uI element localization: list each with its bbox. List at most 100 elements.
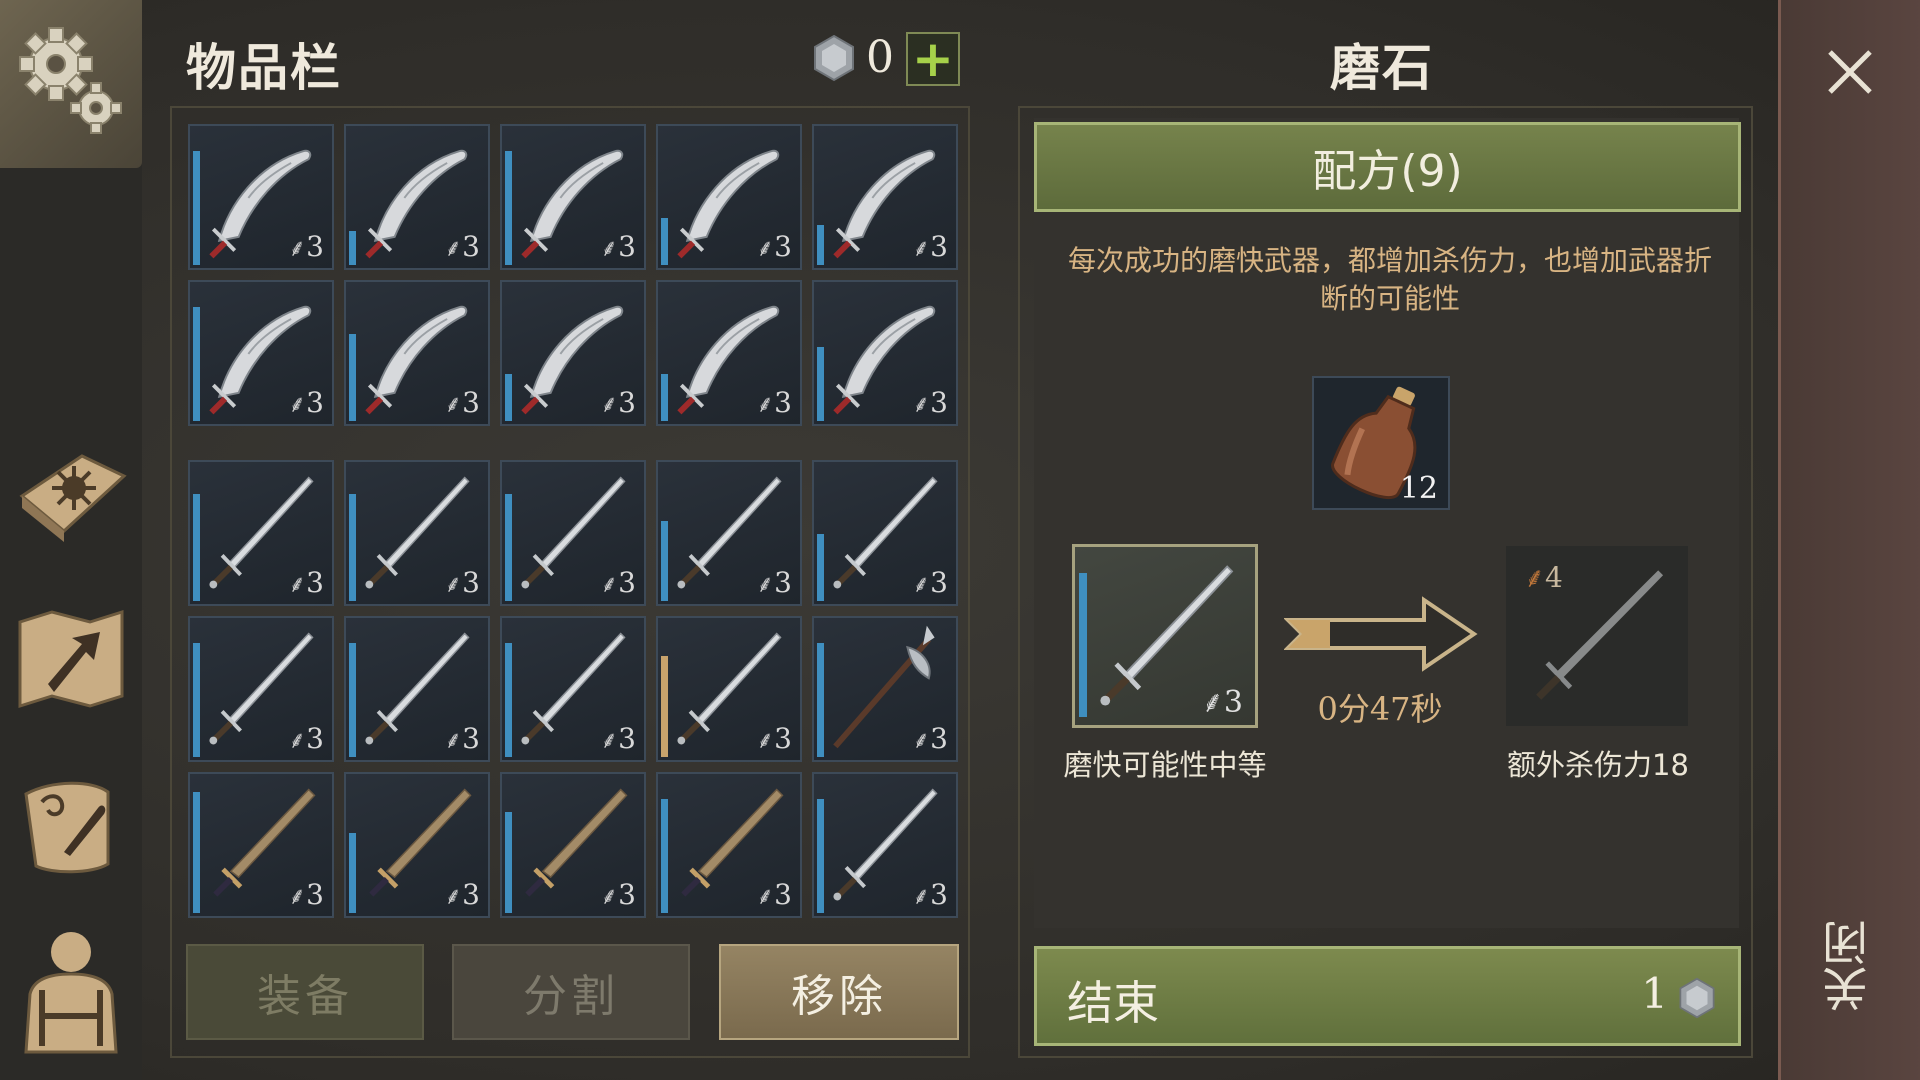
input-weapon-slot[interactable]: ⸙3 (1072, 544, 1258, 728)
inventory-slot[interactable]: ⸙3 (500, 124, 646, 270)
book-sun-icon (19, 454, 127, 542)
sharpen-icon: ⸙ (912, 570, 931, 598)
sharpen-icon: ⸙ (756, 390, 775, 418)
remove-button[interactable]: 移除 (719, 944, 959, 1040)
currency-amount: 0 (866, 32, 894, 83)
inventory-slot[interactable]: ⸙3 (188, 616, 334, 762)
close-icon[interactable] (1822, 44, 1878, 100)
sharpen-icon: ⸙ (600, 570, 619, 598)
silver-coin-icon (1679, 977, 1715, 1019)
inventory-slot[interactable]: ⸙3 (500, 616, 646, 762)
scroll-quill-icon (24, 781, 110, 874)
craft-timer: 0分47秒 (1317, 690, 1443, 728)
sharpen-icon: ⸙ (912, 390, 931, 418)
sidebar-character-button[interactable] (12, 930, 130, 1054)
item-level: ⸙3 (756, 722, 792, 755)
sharpen-icon: ⸙ (288, 234, 307, 262)
item-level: ⸙3 (444, 386, 480, 419)
close-button[interactable]: 关闭 (1821, 920, 1882, 1012)
inventory-slot[interactable]: ⸙3 (188, 460, 334, 606)
output-level: ⸙4 (1524, 561, 1563, 594)
item-level: ⸙3 (444, 722, 480, 755)
sidebar-map-button[interactable] (12, 600, 130, 718)
output-caption: 额外杀伤力18 (1507, 748, 1689, 782)
character-icon (24, 932, 118, 1054)
end-button[interactable]: 结束 1 (1034, 946, 1741, 1046)
inventory-slot[interactable]: ⸙3 (188, 280, 334, 426)
inventory-slot[interactable]: ⸙3 (500, 772, 646, 918)
item-level: ⸙3 (600, 566, 636, 599)
inventory-slot[interactable]: ⸙3 (500, 280, 646, 426)
sharpen-icon: ⸙ (288, 726, 307, 754)
sharpen-icon: ⸙ (756, 570, 775, 598)
sharpen-icon: ⸙ (912, 726, 931, 754)
sharpen-icon: ⸙ (1524, 561, 1546, 594)
inventory-slot[interactable]: ⸙3 (344, 280, 490, 426)
inventory-slot[interactable]: ⸙3 (656, 460, 802, 606)
sharpen-icon: ⸙ (444, 570, 463, 598)
gear-icon (19, 27, 122, 134)
sharpen-icon: ⸙ (288, 570, 307, 598)
sharpen-icon: ⸙ (600, 390, 619, 418)
map-arrow-icon (18, 609, 124, 709)
sharpen-icon: ⸙ (756, 882, 775, 910)
ingredient-count: 12 (1399, 471, 1438, 506)
craft-description: 每次成功的磨快武器，都增加杀伤力，也增加武器折断的可能性 (1067, 244, 1712, 315)
craft-panel (1034, 118, 1739, 928)
sharpen-icon: ⸙ (600, 726, 619, 754)
sharpen-icon: ⸙ (444, 726, 463, 754)
item-level: ⸙3 (288, 230, 324, 263)
inventory-slot[interactable]: ⸙3 (656, 616, 802, 762)
inventory-slot[interactable]: ⸙3 (344, 124, 490, 270)
sharpen-icon: ⸙ (912, 882, 931, 910)
item-level: ⸙3 (756, 230, 792, 263)
inventory-slot[interactable]: ⸙3 (344, 616, 490, 762)
sidebar-journal-button[interactable] (12, 432, 130, 550)
sharpen-icon: ⸙ (600, 234, 619, 262)
inventory-slot[interactable]: ⸙3 (656, 772, 802, 918)
progress-arrow-icon (1284, 596, 1478, 672)
sharpen-icon: ⸙ (444, 390, 463, 418)
sharpen-icon: ⸙ (444, 882, 463, 910)
item-level: ⸙3 (912, 230, 948, 263)
output-weapon-slot: ⸙4 (1506, 546, 1688, 726)
item-level: ⸙3 (912, 386, 948, 419)
item-level: ⸙3 (912, 722, 948, 755)
item-level: ⸙3 (288, 878, 324, 911)
inventory-slot[interactable]: ⸙3 (656, 124, 802, 270)
sharpen-icon: ⸙ (1201, 685, 1224, 720)
sharpen-icon: ⸙ (912, 234, 931, 262)
inventory-slot[interactable]: ⸙3 (812, 124, 958, 270)
equip-button[interactable]: 装备 (186, 944, 424, 1040)
inventory-slot[interactable]: ⸙3 (812, 616, 958, 762)
item-level: ⸙3 (444, 878, 480, 911)
item-level: ⸙3 (288, 566, 324, 599)
settings-button[interactable] (0, 0, 142, 168)
sidebar-quests-button[interactable] (12, 770, 130, 888)
inventory-slot[interactable]: ⸙3 (812, 460, 958, 606)
inventory-slot[interactable]: ⸙3 (812, 280, 958, 426)
ingredient-slot[interactable]: 12 (1312, 376, 1450, 510)
inventory-slot[interactable]: ⸙3 (344, 460, 490, 606)
end-button-label: 结束 (1067, 976, 1159, 1030)
close-panel (1778, 0, 1920, 1080)
item-level: ⸙3 (600, 230, 636, 263)
item-level: ⸙3 (288, 386, 324, 419)
split-button[interactable]: 分割 (452, 944, 690, 1040)
item-level: ⸙3 (600, 386, 636, 419)
item-level: ⸙3 (288, 722, 324, 755)
craft-title: 磨石 (1330, 39, 1434, 97)
inventory-slot[interactable]: ⸙3 (812, 772, 958, 918)
inventory-title: 物品栏 (186, 39, 342, 97)
inventory-slot[interactable]: ⸙3 (656, 280, 802, 426)
item-level: ⸙3 (600, 878, 636, 911)
sharpen-icon: ⸙ (756, 234, 775, 262)
input-caption: 磨快可能性中等 (1063, 748, 1267, 782)
inventory-slot[interactable]: ⸙3 (500, 460, 646, 606)
recipe-tab[interactable]: 配方(9) (1034, 122, 1741, 212)
inventory-slot[interactable]: ⸙3 (344, 772, 490, 918)
inventory-slot[interactable]: ⸙3 (188, 772, 334, 918)
silver-coin-icon (814, 34, 854, 82)
inventory-slot[interactable]: ⸙3 (188, 124, 334, 270)
add-currency-button[interactable]: + (906, 32, 960, 86)
